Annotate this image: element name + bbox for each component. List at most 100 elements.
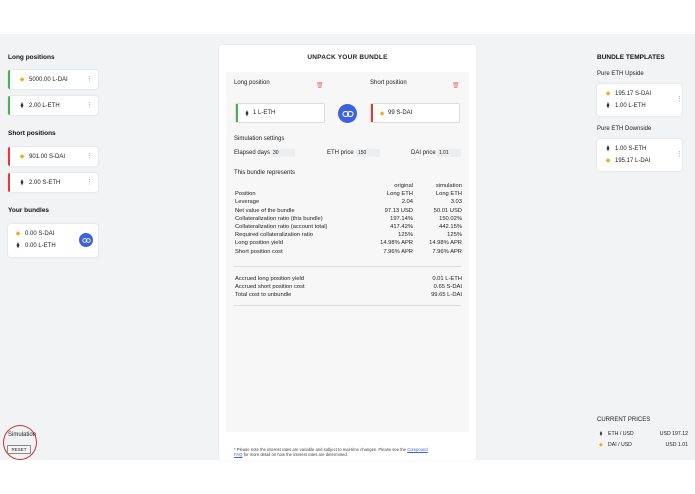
row-label: Net value of the bundle — [235, 207, 295, 214]
table-row: Leverage 2.04 3.03 — [235, 198, 462, 206]
short-position-input[interactable]: ◆ 99 S-DAI — [370, 103, 460, 123]
row-label: Required collateralization ratio — [235, 232, 313, 239]
position-amount: 2.00 S-ETH — [29, 179, 61, 186]
simulation-settings-label: Simulation settings — [234, 136, 285, 142]
interest-rate-footnote: * Please note the interest rates are var… — [234, 447, 434, 457]
template-amount: 195.17 L-DAI — [615, 157, 651, 164]
template-title-upside: Pure ETH Upside — [597, 71, 644, 77]
dai-icon: ◆ — [605, 158, 611, 164]
simulation-header: simulation — [435, 183, 462, 189]
row-original: 7.96% APR — [383, 248, 413, 255]
eth-icon: ⧫ — [606, 103, 610, 109]
position-amount: 2.00 L-ETH — [29, 102, 60, 109]
template-amount: 195.17 S-DAI — [615, 90, 652, 97]
unpack-bundle-button[interactable] — [79, 233, 93, 247]
long-position-input[interactable]: ⧫ 1 L-ETH — [235, 103, 325, 123]
short-indicator — [8, 147, 10, 166]
current-prices-title: CURRENT PRICES — [597, 417, 651, 423]
eth-price-label: ETH price — [327, 150, 354, 156]
totals-row: Accrued long position yield 0.01 L-ETH — [235, 275, 462, 283]
bundle-card[interactable]: ◆ 0.00 S-DAI ⧫ 0.00 L-ETH — [8, 224, 98, 257]
dai-price-label: DAI price — [411, 150, 436, 156]
position-amount: 901.00 S-DAI — [29, 153, 66, 160]
template-row: ◆ 195.17 S-DAI — [604, 90, 652, 98]
link-icon — [81, 237, 91, 243]
more-options-icon[interactable]: ⋮ — [86, 102, 93, 109]
position-amount: 5000.00 L-DAI — [29, 76, 68, 83]
template-amount: 1.00 L-ETH — [615, 102, 646, 109]
price-pair: DAI / USD — [608, 442, 632, 448]
reset-button[interactable]: RESET — [7, 445, 31, 454]
more-options-icon[interactable]: ⋮ — [676, 150, 683, 158]
row-simulation: 442.15% — [439, 223, 462, 230]
bundle-amount: 0.00 L-ETH — [25, 242, 56, 249]
short-position-label: Short position — [370, 80, 407, 86]
row-simulation: 14.98% APR — [429, 240, 462, 247]
row-simulation: 150.02% — [439, 215, 462, 222]
row-label: Leverage — [235, 199, 260, 206]
table-row: Required collateralization ratio 125% 12… — [235, 231, 462, 239]
annotation-circle — [3, 425, 37, 460]
elapsed-days-label: Elapsed days — [234, 150, 271, 156]
more-options-icon[interactable]: ⋮ — [86, 153, 93, 160]
row-simulation: 125% — [447, 232, 462, 239]
divider — [234, 266, 461, 267]
more-options-icon[interactable]: ⋮ — [676, 95, 683, 103]
eth-icon: ⧫ — [20, 103, 24, 109]
long-position-card-leth[interactable]: ⧫ 2.00 L-ETH ⋮ — [8, 96, 98, 115]
bundle-amount: 0.00 S-DAI — [25, 230, 55, 237]
row-original: 97.13 USD — [384, 207, 413, 214]
row-original: 125% — [398, 232, 413, 239]
table-row: Position Long ETH Long ETH — [235, 190, 462, 198]
totals-value: 0.65 S-DAI — [433, 284, 462, 291]
more-options-icon[interactable]: ⋮ — [86, 179, 93, 186]
row-original: 2.04 — [401, 199, 413, 206]
short-indicator — [8, 173, 10, 192]
long-indicator — [8, 96, 10, 115]
totals-value: 99.65 L-DAI — [431, 292, 462, 299]
bundle-stats-table: original simulation Position Long ETH Lo… — [235, 182, 462, 256]
short-position-card-seth[interactable]: ⧫ 2.00 S-ETH ⋮ — [8, 173, 98, 192]
simulation-label: Simulation — [8, 432, 37, 438]
template-row: ⧫ 1.00 S-ETH — [604, 145, 647, 153]
panel-title: UNPACK YOUR BUNDLE — [307, 54, 388, 61]
short-position-card-sdai[interactable]: ◆ 901.00 S-DAI ⋮ — [8, 147, 98, 166]
table-row: Collateralization ratio (account total) … — [235, 223, 462, 231]
short-position-value: 99 S-DAI — [388, 110, 413, 116]
row-original: Long ETH — [386, 191, 413, 198]
row-label: Short position cost — [235, 248, 283, 255]
dai-icon: ◆ — [605, 91, 611, 97]
eth-price-input[interactable]: 150 — [356, 149, 380, 157]
eth-icon: ⧫ — [599, 431, 603, 437]
more-options-icon[interactable]: ⋮ — [86, 76, 93, 83]
bundle-row: ◆ 0.00 S-DAI — [14, 230, 55, 238]
original-header: original — [394, 183, 413, 189]
totals-label: Accrued short position cost — [235, 284, 305, 291]
bundle-templates-title: BUNDLE TEMPLATES — [597, 54, 665, 61]
template-card-upside[interactable]: ◆ 195.17 S-DAI ⧫ 1.00 L-ETH ⋮ — [597, 84, 683, 116]
totals-label: Total cost to unbundle — [235, 292, 292, 299]
unpack-button[interactable] — [338, 104, 357, 123]
row-simulation: 50.01 USD — [433, 207, 462, 214]
long-position-card-ldai[interactable]: ◆ 5000.00 L-DAI ⋮ — [8, 70, 98, 89]
dai-icon: ◆ — [15, 231, 21, 237]
row-label: Position — [235, 191, 256, 198]
template-row: ◆ 195.17 L-DAI — [604, 157, 651, 165]
price-row-dai: ◆ DAI / USD USD 1.01 — [597, 442, 688, 448]
row-original: 197.14% — [390, 215, 413, 222]
template-card-downside[interactable]: ⧫ 1.00 S-ETH ◆ 195.17 L-DAI ⋮ — [597, 139, 683, 171]
template-title-downside: Pure ETH Downside — [597, 126, 652, 132]
trash-icon[interactable]: 🗑 — [452, 82, 460, 89]
table-header: original simulation — [235, 182, 462, 190]
trash-icon[interactable]: 🗑 — [316, 82, 324, 89]
totals-value: 0.01 L-ETH — [432, 276, 462, 282]
row-label: Collateralization ratio (account total) — [235, 223, 328, 230]
dai-icon: ◆ — [379, 110, 385, 117]
long-position-value: 1 L-ETH — [253, 110, 276, 116]
elapsed-days-input[interactable]: 30 — [271, 149, 295, 157]
link-icon — [341, 110, 354, 117]
eth-icon: ⧫ — [16, 243, 20, 249]
dai-price-input[interactable]: 1.01 — [437, 149, 461, 157]
long-position-label: Long position — [234, 80, 270, 86]
bundle-row: ⧫ 0.00 L-ETH — [14, 242, 56, 250]
